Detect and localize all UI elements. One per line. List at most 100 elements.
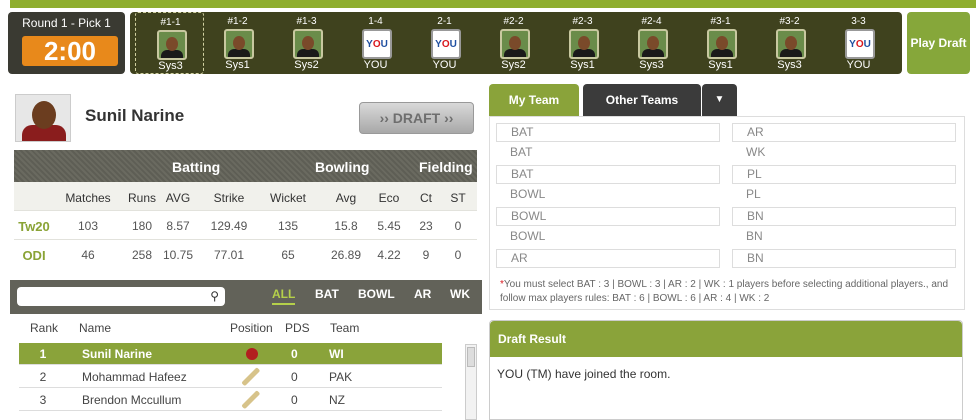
thumbnail-face: [785, 36, 797, 50]
thumbnail-shirt: [642, 49, 664, 57]
pick-owner: Sys1: [225, 59, 250, 71]
ranking-row[interactable]: 2 Mohammad Hafeez 0 PAK: [19, 366, 442, 388]
header-name: Name: [79, 321, 112, 335]
fielding-group-label: Fielding: [419, 159, 473, 175]
team-slot: BOWL: [510, 229, 546, 243]
play-draft-button[interactable]: Play Draft: [907, 12, 970, 74]
pick-number: #2-4: [641, 16, 662, 27]
filter-bowl[interactable]: BOWL: [358, 287, 395, 301]
stats-cell: 103: [77, 219, 99, 233]
team-cell: WI: [329, 347, 344, 361]
tab-other-teams[interactable]: Other Teams: [583, 84, 701, 116]
player-stats-table: Batting Bowling Fielding Matches Runs AVG S…: [14, 150, 477, 268]
scrollbar-thumb[interactable]: [467, 347, 475, 367]
you-logo-u: U: [449, 39, 457, 50]
pds-cell: 0: [291, 393, 298, 407]
stats-cell: 129.49: [210, 219, 248, 233]
draft-result-title: Draft Result: [490, 321, 962, 357]
stats-col-header: Strike: [213, 191, 245, 205]
round-pick-label: Round 1 - Pick 1: [22, 16, 111, 30]
pick-owner: Sys3: [158, 60, 183, 72]
you-logo-text: YOU: [364, 39, 390, 50]
team-slot: BOWL: [510, 187, 546, 201]
ranking-scrollbar[interactable]: [465, 344, 477, 420]
pick-owner: YOU: [432, 59, 457, 71]
player-thumbnail: [776, 29, 806, 59]
ranking-row[interactable]: 1 Sunil Narine 0 WI: [19, 343, 442, 365]
team-slot: BN: [746, 229, 763, 243]
stats-cell: 135: [277, 219, 299, 233]
player-thumbnail: [500, 29, 530, 59]
pick-slot[interactable]: #3-1 Sys1: [686, 12, 755, 74]
team-slot: BAT: [510, 145, 533, 159]
you-logo-u: U: [863, 39, 871, 50]
stats-row-odi: ODI 46 258 10.75 77.01 65 26.89 4.22 9 0: [14, 239, 477, 268]
stats-cell: 15.8: [334, 219, 358, 233]
player-thumbnail: [157, 30, 187, 60]
search-icon[interactable]: ⚲: [210, 289, 219, 303]
chevron-down-icon[interactable]: ▼: [702, 84, 737, 116]
pds-cell: 0: [291, 347, 298, 361]
you-logo: YOU: [431, 29, 461, 59]
pick-slot[interactable]: #1-1 Sys3: [135, 12, 204, 74]
you-logo-o: O: [441, 39, 450, 50]
pick-owner: Sys3: [777, 59, 802, 71]
thumbnail-face: [302, 36, 314, 50]
team-slot: BAT: [496, 165, 720, 184]
pick-slot[interactable]: #1-3 Sys2: [272, 12, 341, 74]
draft-result-panel: Draft Result YOU (TM) have joined the ro…: [489, 320, 963, 420]
format-label: ODI: [22, 248, 46, 263]
team-slot: BN: [732, 249, 956, 268]
filter-all[interactable]: ALL: [272, 287, 296, 305]
cricket-bat-icon: [241, 367, 261, 387]
thumbnail-shirt: [711, 49, 733, 57]
you-logo-o: O: [372, 39, 381, 50]
draft-clock: Round 1 - Pick 1 2:00: [8, 12, 125, 74]
stats-col-header: Wicket: [270, 191, 306, 205]
draft-button[interactable]: ›› DRAFT ››: [359, 102, 474, 134]
filter-bat[interactable]: BAT: [315, 287, 339, 301]
tab-my-team[interactable]: My Team: [489, 84, 579, 116]
pick-slot[interactable]: 3-3 YOU YOU: [824, 12, 893, 74]
pick-number: 1-4: [368, 16, 383, 27]
pick-slot[interactable]: 2-1 YOU YOU: [410, 12, 479, 74]
bowling-group-label: Bowling: [315, 159, 370, 175]
cricket-bat-icon: [241, 390, 261, 410]
stats-col-header: Eco: [378, 191, 400, 205]
stats-cell: 8.57: [166, 219, 190, 233]
stats-cell: 4.22: [377, 248, 401, 262]
you-logo-y: Y: [849, 39, 856, 50]
pick-slot[interactable]: #1-2 Sys1: [203, 12, 272, 74]
stats-cell: 5.45: [377, 219, 401, 233]
player-avatar: [15, 94, 71, 142]
team-slot: AR: [496, 249, 720, 268]
pick-slot[interactable]: #2-4 Sys3: [617, 12, 686, 74]
ranking-header: Rank Name Position PDS Team: [10, 318, 482, 340]
top-bar-notch: [0, 0, 10, 8]
ranking-row[interactable]: 3 Brendon Mccullum 0 NZ: [19, 389, 442, 411]
pick-owner: Sys2: [501, 59, 526, 71]
pds-cell: 0: [291, 370, 298, 384]
thumbnail-face: [578, 36, 590, 50]
draft-button-label: DRAFT: [392, 110, 441, 126]
stats-cell: 46: [81, 248, 95, 262]
team-slot: PL: [746, 187, 761, 201]
pick-slot[interactable]: #2-2 Sys2: [479, 12, 548, 74]
rules-text: You must select BAT : 3 | BOWL : 3 | AR …: [500, 279, 949, 304]
stats-group-header: Batting Bowling Fielding: [14, 150, 477, 182]
pick-slot[interactable]: #3-2 Sys3: [755, 12, 824, 74]
team-slot: BOWL: [496, 207, 720, 226]
filter-ar[interactable]: AR: [414, 287, 431, 301]
team-cell: NZ: [329, 393, 345, 407]
player-name: Sunil Narine: [85, 106, 185, 125]
pick-number: #2-3: [572, 16, 593, 27]
player-thumbnail: [707, 29, 737, 59]
rank-cell: 1: [39, 347, 47, 361]
top-accent-bar: [0, 0, 976, 8]
pick-slot[interactable]: #2-3 Sys1: [548, 12, 617, 74]
player-thumbnail: [293, 29, 323, 59]
player-search-input[interactable]: ⚲: [17, 287, 225, 306]
avatar-head: [32, 101, 56, 129]
pick-slot[interactable]: 1-4 YOU YOU: [341, 12, 410, 74]
filter-wk[interactable]: WK: [450, 287, 470, 301]
